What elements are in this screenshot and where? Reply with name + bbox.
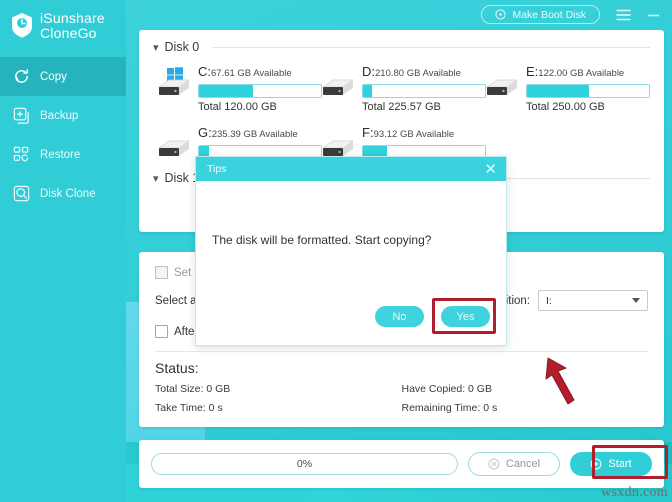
drive-header: F:93.12 GB Available [362,124,486,142]
dialog-title-bar: Tips ✕ [196,157,506,181]
select-label: Select a [155,294,197,307]
minimize-icon[interactable] [647,9,660,21]
drive-letter: F: [362,125,374,140]
sidebar-item-copy[interactable]: Copy [0,57,126,96]
drive-total: Total 225.57 GB [362,101,441,113]
sidebar-item-restore[interactable]: Restore [0,135,126,174]
dialog-no-button[interactable]: No [375,306,424,327]
drive-available: 122.00 GB Available [538,68,625,79]
status-have-copied: Have Copied: 0 GB [401,383,492,395]
hamburger-menu-icon[interactable] [616,9,631,21]
drive-usage-bar [362,84,486,98]
dialog-yes-button[interactable]: Yes [441,306,490,327]
cancel-circle-icon [488,458,500,470]
close-icon[interactable]: ✕ [484,162,497,177]
drive-info: E:122.00 GB Available Total 250.00 GB [526,60,650,113]
chevron-down-icon: ▾ [153,172,159,185]
cancel-button[interactable]: Cancel [468,452,560,476]
disk-row: C:67.61 GB Available Total 120.00 GB D:2… [139,54,664,113]
sidebar-item-label: Restore [40,148,81,161]
disk-clone-icon [13,185,30,202]
start-button[interactable]: Start [570,452,652,476]
app-logo-icon [12,13,32,38]
sidebar-item-backup[interactable]: Backup [0,96,126,135]
drive-letter: D: [362,64,375,79]
set-target-checkbox[interactable] [155,266,168,279]
drive-item-e[interactable]: E:122.00 GB Available Total 250.00 GB [485,60,650,113]
application-window: iSunshare CloneGo Copy Backup Restore Di… [0,0,672,502]
drive-icon [485,79,519,95]
watermark: wsxdn.com [601,485,668,500]
disk-group-0-label: Disk 0 [164,40,200,54]
sidebar-item-label: Copy [40,70,67,83]
drive-icon [321,79,355,95]
partition-selected-value: I: [546,294,552,307]
sidebar-item-disk-clone[interactable]: Disk Clone [0,174,126,213]
drive-info: D:210.80 GB Available Total 225.57 GB [362,60,486,113]
play-circle-icon [590,458,602,470]
chevron-down-icon [632,298,640,303]
annotation-arrow-icon [545,357,575,405]
brand-line-1: iSunshare [40,10,105,26]
copy-refresh-icon [15,69,28,83]
disk-row: G:235.39 GB Available F:93.12 GB Availab… [139,113,664,159]
drive-available: 235.39 GB Available [211,129,298,140]
brand: iSunshare CloneGo [0,0,126,41]
drive-header: D:210.80 GB Available [362,63,486,81]
drive-total: Total 250.00 GB [526,101,605,113]
brand-name: iSunshare CloneGo [40,11,105,41]
progress-bar: 0% [151,453,458,475]
status-take-time: Take Time: 0 s [155,402,223,414]
sidebar-item-label: Backup [40,109,79,122]
drive-info: G:235.39 GB Available [198,121,322,159]
chevron-down-icon: ▾ [153,41,159,54]
drive-icon [321,140,355,156]
dialog-message: The disk will be formatted. Start copyin… [212,233,432,247]
tips-dialog: Tips ✕ The disk will be formatted. Start… [195,156,507,346]
drive-header: G:235.39 GB Available [198,124,322,142]
drive-header: C:67.61 GB Available [198,63,322,81]
drive-letter: C: [198,64,211,79]
drive-icon [157,140,191,156]
sidebar-item-label: Disk Clone [40,187,96,200]
restore-grid-icon [13,146,29,162]
dialog-buttons: No Yes [375,306,490,327]
progress-label: 0% [296,458,313,470]
drive-letter: E: [526,64,539,79]
status-remaining-time: Remaining Time: 0 s [401,402,498,414]
system-drive-icon [157,67,191,95]
drive-info: C:67.61 GB Available Total 120.00 GB [198,60,322,113]
drive-available: 67.61 GB Available [211,68,292,79]
disk-group-0-header[interactable]: ▾ Disk 0 [139,30,664,54]
sidebar: iSunshare CloneGo Copy Backup Restore Di… [0,0,126,502]
partition-select[interactable]: I: [538,290,648,311]
drive-item-d[interactable]: D:210.80 GB Available Total 225.57 GB [321,60,486,113]
footer-panel: 0% Cancel Start [139,440,664,488]
cancel-label: Cancel [505,458,541,470]
after-copy-checkbox[interactable] [155,325,168,338]
drive-usage-bar [198,84,322,98]
make-boot-disk-button[interactable]: Make Boot Disk [481,5,600,24]
top-bar: Make Boot Disk [126,0,672,29]
dialog-title: Tips [207,163,227,175]
start-label: Start [608,458,632,470]
sidebar-nav: Copy Backup Restore Disk Clone [0,57,126,213]
brand-line-2: CloneGo [40,25,97,41]
disc-icon [495,9,507,20]
drive-available: 93.12 GB Available [373,129,455,140]
drive-available: 210.80 GB Available [375,68,461,79]
status-total-size: Total Size: 0 GB [155,383,231,395]
drive-item-g[interactable]: G:235.39 GB Available [157,121,322,159]
divider [213,46,650,48]
drive-info: F:93.12 GB Available [362,121,486,159]
drive-letter: G: [198,125,212,140]
drive-item-f[interactable]: F:93.12 GB Available [321,121,486,159]
drive-item-c[interactable]: C:67.61 GB Available Total 120.00 GB [157,60,322,113]
drive-header: E:122.00 GB Available [526,63,650,81]
drive-total: Total 120.00 GB [198,101,277,113]
backup-plus-icon [13,107,29,124]
make-boot-disk-label: Make Boot Disk [512,8,586,21]
drive-usage-bar [526,84,650,98]
